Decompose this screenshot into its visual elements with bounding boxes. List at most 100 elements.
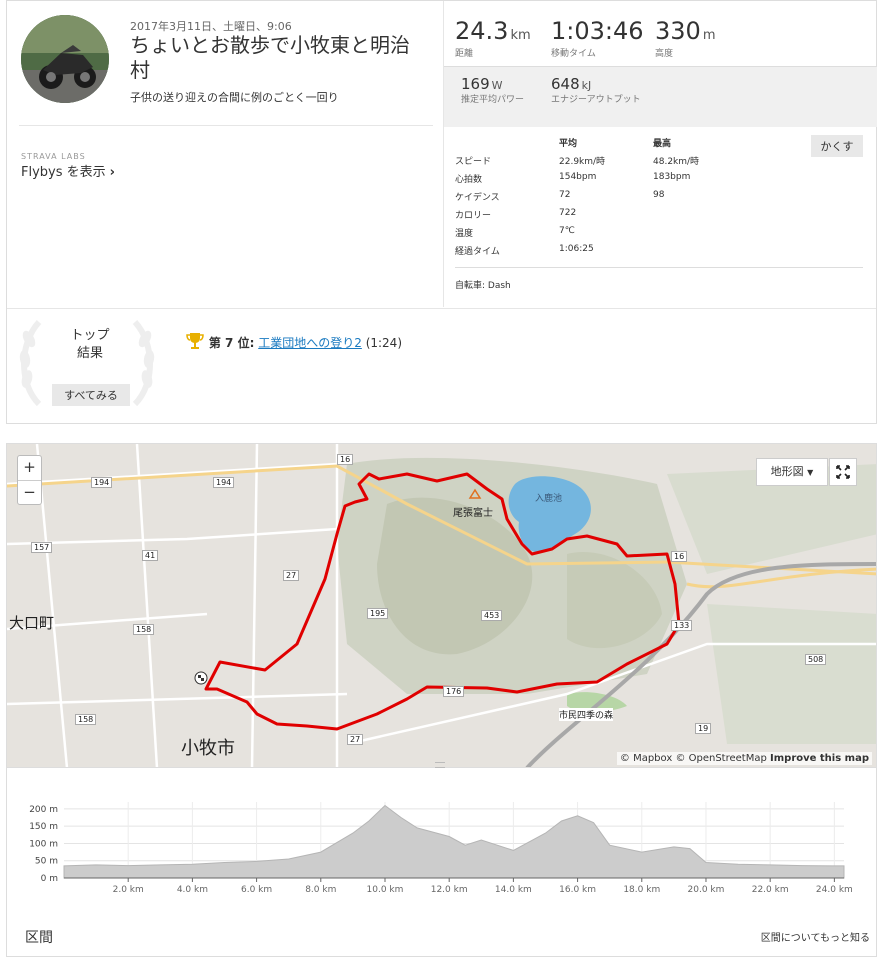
route-map[interactable]: + − 地形図 ▼ 小牧市 大口町 尾張富士 入鹿池 市民四季の森 194 19… [6, 443, 877, 767]
route-shield: 27 [347, 734, 364, 745]
metric-avg: 1:06:25 [559, 244, 594, 254]
see-all-button[interactable]: すべてみる [52, 384, 130, 406]
map-canvas[interactable] [7, 444, 877, 767]
segments-title: 区間 [25, 930, 53, 946]
metric-avg: 72 [559, 190, 571, 200]
moving-time-label: 移動タイム [551, 49, 596, 59]
bike-info: 自転車: Dash [455, 278, 511, 291]
elevation-area [63, 804, 845, 879]
route-shield: 16 [671, 551, 688, 562]
segment-time: (1:24) [365, 336, 402, 350]
divider [7, 308, 876, 309]
stat-power: 169 W 推定平均パワー [461, 74, 561, 106]
metric-avg: 154bpm [559, 172, 597, 182]
stat-moving-time: 1:03:46 移動タイム [551, 17, 644, 59]
route-shield: 158 [133, 624, 155, 635]
elevation-chart[interactable]: 0 m 50 m 100 m 150 m 200 m 2.0 km 4.0 km 6.0 km… [7, 786, 876, 926]
y-tick-label: 150 m [29, 822, 58, 832]
col-header-max: 最高 [653, 139, 672, 149]
top-results-heading: トップ 結果 [45, 327, 135, 363]
rank-prefix: 第 [208, 336, 221, 350]
x-tick-label: 14.0 km [495, 885, 532, 895]
map-label-city: 小牧市 [181, 738, 235, 759]
route-shield: 508 [805, 654, 827, 665]
map-label-town: 大口町 [9, 614, 55, 632]
flybys-link[interactable]: Flybys を表示 › [21, 161, 115, 180]
caret-down-icon: ▼ [807, 468, 814, 477]
route-shield: 158 [75, 714, 97, 725]
route-shield: 27 [283, 570, 300, 581]
segments-learn-more-link[interactable]: 区間についてもっと知る [761, 929, 870, 944]
map-attribution: © Mapbox © OpenStreetMap Improve this ma… [616, 752, 872, 765]
flybys-label: Flybys を表示 [21, 165, 106, 180]
route-shield: 453 [481, 610, 503, 621]
route-shield: 194 [91, 477, 113, 488]
fullscreen-button[interactable] [829, 458, 857, 486]
distance-unit: km [510, 28, 531, 43]
bike-value: Dash [487, 281, 511, 291]
metric-avg: 7℃ [559, 226, 575, 236]
route-shield: 176 [443, 686, 465, 697]
mapbox-link[interactable]: © Mapbox [620, 753, 672, 764]
route-shield: 19 [695, 723, 712, 734]
bike-label: 自転車: [455, 281, 486, 291]
top-results-line2: 結果 [76, 346, 103, 361]
metric-max: 98 [653, 190, 665, 200]
zoom-in-button[interactable]: + [18, 456, 41, 481]
metric-label: スピード [455, 157, 492, 167]
improve-map-link[interactable]: Improve this map [770, 753, 869, 764]
divider [443, 1, 444, 307]
route-shield: 133 [671, 620, 693, 631]
activity-title: ちょいとお散歩で小牧東と明治村 [130, 33, 410, 82]
avatar[interactable] [21, 15, 109, 103]
metric-label: 温度 [455, 229, 474, 239]
x-tick-label: 2.0 km [113, 885, 144, 895]
x-tick-label: 22.0 km [752, 885, 789, 895]
rank-suffix: 位: [237, 336, 255, 350]
activity-card: 2017年3月11日、土曜日、9:06 ちょいとお散歩で小牧東と明治村 子供の送… [6, 0, 877, 424]
map-layer-dropdown[interactable]: 地形図 ▼ [756, 458, 828, 486]
chevron-right-icon: › [109, 165, 115, 180]
stat-distance: 24.3 km 距離 [455, 17, 531, 59]
route-shield: 16 [337, 454, 354, 465]
stat-elevation: 330 m 高度 [655, 17, 715, 59]
zoom-control[interactable]: + − [17, 455, 42, 505]
x-tick-label: 16.0 km [559, 885, 596, 895]
elevation-value: 330 [655, 17, 701, 45]
y-tick-label: 50 m [35, 857, 58, 867]
zoom-out-button[interactable]: − [18, 481, 41, 505]
metric-label: ケイデンス [455, 193, 500, 203]
stat-energy: 648 kJ エナジーアウトプット [551, 74, 651, 106]
divider [455, 267, 863, 268]
hide-button[interactable]: かくす [811, 135, 863, 157]
elevation-panel: 0 m 50 m 100 m 150 m 200 m 2.0 km 4.0 km 6.0 km… [6, 762, 877, 957]
top-results-line1: トップ [70, 328, 110, 343]
x-tick-label: 6.0 km [241, 885, 272, 895]
route-shield: 41 [142, 550, 159, 561]
segment-link[interactable]: 工業団地への登り2 [258, 336, 362, 350]
y-tick-label: 100 m [29, 839, 58, 849]
metric-label: 心拍数 [455, 175, 483, 185]
map-label-mountain: 尾張富士 [453, 508, 493, 519]
rank-number: 7 [225, 336, 234, 350]
route-shield: 157 [31, 542, 53, 553]
y-tick-label: 200 m [29, 805, 58, 815]
metric-avg: 22.9km/時 [559, 157, 606, 167]
activity-date: 2017年3月11日、土曜日、9:06 [130, 20, 292, 33]
map-label-forest: 市民四季の森 [559, 708, 614, 721]
strava-labs-label: STRAVA LABS [21, 152, 86, 161]
energy-unit: kJ [581, 79, 592, 92]
energy-label: エナジーアウトプット [551, 95, 641, 105]
divider [19, 125, 433, 126]
power-unit: W [491, 79, 503, 92]
metric-label: 経過タイム [455, 247, 500, 257]
expand-icon [836, 465, 850, 479]
achievement-item: 第 7 位: 工業団地への登り2 (1:24) [185, 331, 402, 351]
x-tick-label: 20.0 km [688, 885, 725, 895]
col-header-avg: 平均 [559, 139, 578, 149]
power-value: 169 [461, 75, 490, 93]
resize-handle[interactable] [435, 762, 445, 768]
elevation-unit: m [702, 28, 716, 43]
osm-link[interactable]: © OpenStreetMap [675, 753, 766, 764]
elevation-label: 高度 [655, 49, 674, 59]
